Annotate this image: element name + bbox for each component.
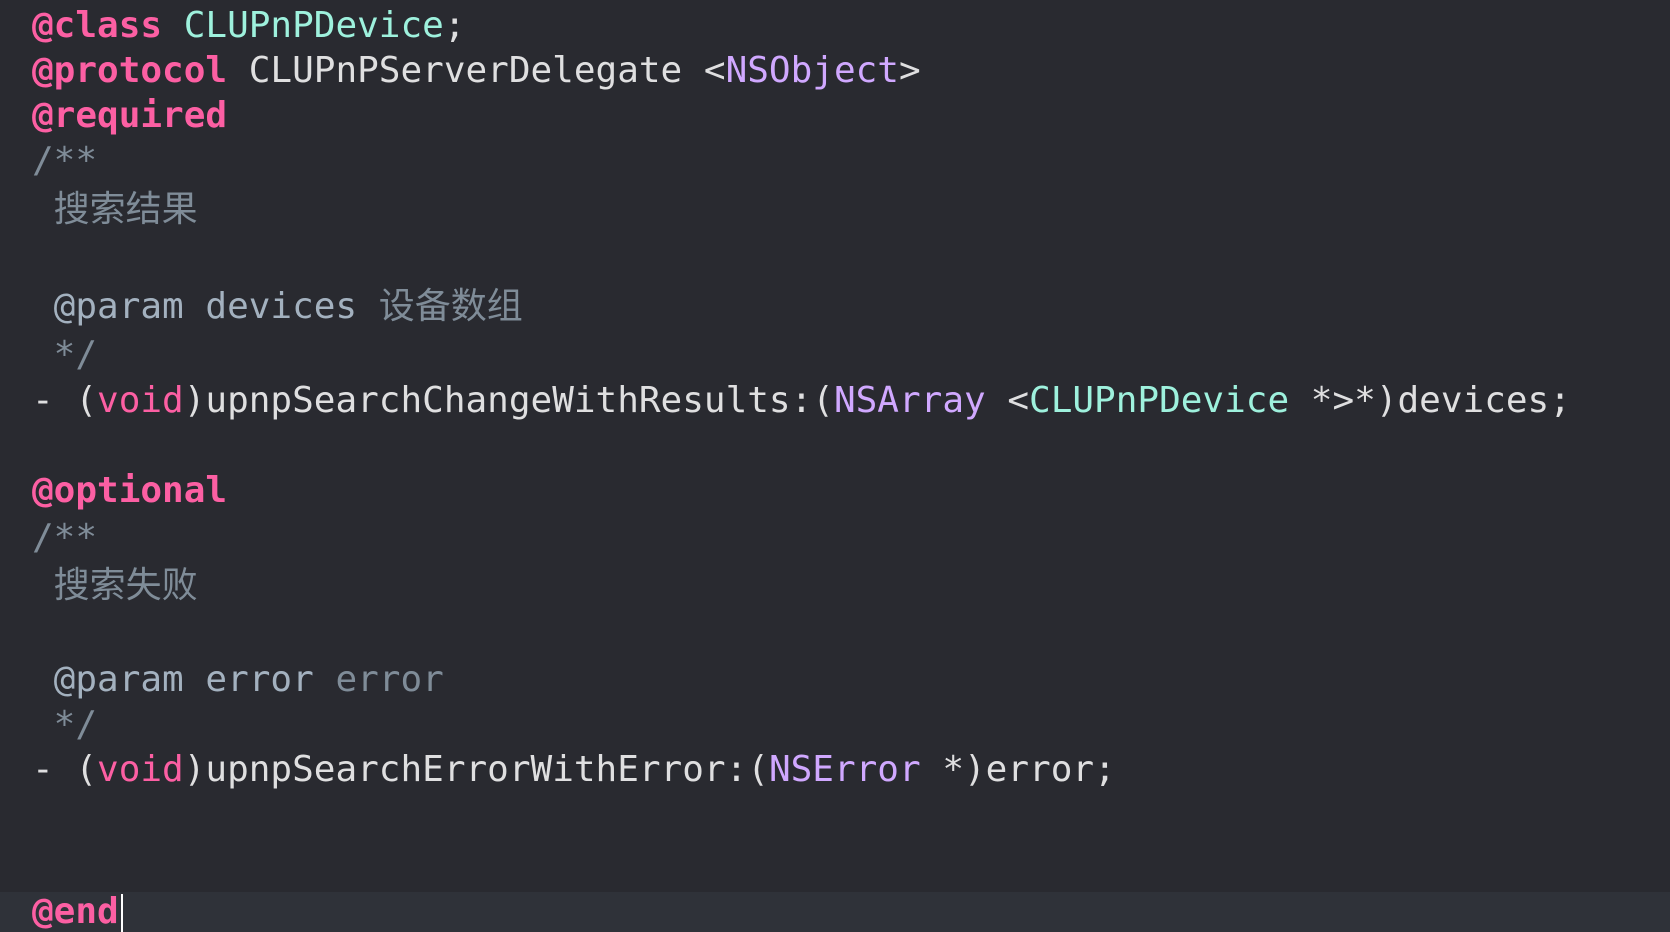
token-system-type: NSError [768, 749, 921, 790]
current-line-highlight [0, 892, 1670, 932]
token-keyword: @required [32, 95, 228, 136]
code-line-8[interactable]: */ [32, 331, 97, 379]
token-keyword: @end [32, 891, 119, 932]
token-keyword: @optional [32, 470, 228, 511]
token-punctuation: *>*)devices; [1289, 380, 1571, 421]
token-protocol-name: CLUPnPServerDelegate < [227, 50, 726, 91]
code-line-19[interactable]: @end [32, 888, 123, 932]
text-cursor [120, 894, 123, 932]
token-keyword: @protocol [32, 50, 228, 91]
token-comment: error [313, 659, 444, 700]
token-punctuation: - ( [32, 749, 98, 790]
token-keyword: void [97, 380, 184, 421]
token-comment: 搜索失败 [32, 565, 198, 606]
token-comment: 搜索结果 [32, 189, 198, 230]
code-editor[interactable]: @class CLUPnPDevice; @protocol CLUPnPSer… [0, 0, 1670, 932]
token-punctuation: > [898, 50, 921, 91]
token-system-type: NSArray [833, 380, 986, 421]
code-line-7[interactable]: @param devices 设备数组 [32, 283, 523, 331]
code-line-1[interactable]: @class CLUPnPDevice; [32, 2, 466, 50]
code-line-15[interactable]: @param error error [32, 656, 444, 704]
token-doc-tag: @param [32, 659, 184, 700]
code-line-13[interactable]: 搜索失败 [32, 562, 198, 610]
code-line-16[interactable]: */ [32, 701, 97, 749]
token-doc-param-name: error [183, 659, 314, 700]
code-line-2[interactable]: @protocol CLUPnPServerDelegate <NSObject… [32, 47, 921, 95]
token-comment: 设备数组 [357, 286, 523, 327]
code-line-12[interactable]: /** [32, 514, 97, 562]
code-line-11[interactable]: @optional [32, 467, 227, 515]
code-line-9[interactable]: - (void)upnpSearchChangeWithResults:(NSA… [32, 377, 1571, 425]
token-comment: /** [32, 140, 98, 181]
token-punctuation: ; [443, 5, 466, 46]
token-method-name: )upnpSearchErrorWithError:( [183, 749, 769, 790]
token-punctuation: < [985, 380, 1030, 421]
token-keyword: @class [32, 5, 163, 46]
code-line-17[interactable]: - (void)upnpSearchErrorWithError:(NSErro… [32, 746, 1116, 794]
token-doc-param-name: devices [183, 286, 358, 327]
token-comment: */ [32, 704, 98, 745]
code-line-4[interactable]: /** [32, 137, 97, 185]
token-class-name: CLUPnPDevice [183, 5, 444, 46]
token-comment: /** [32, 517, 98, 558]
token-system-type: NSObject [725, 50, 899, 91]
code-line-3[interactable]: @required [32, 92, 227, 140]
token-doc-tag: @param [32, 286, 184, 327]
token-class-name: CLUPnPDevice [1029, 380, 1290, 421]
token-keyword: void [97, 749, 184, 790]
token-method-name: )upnpSearchChangeWithResults:( [183, 380, 834, 421]
token-punctuation: - ( [32, 380, 98, 421]
code-line-5[interactable]: 搜索结果 [32, 186, 198, 234]
token-comment: */ [32, 334, 98, 375]
token-punctuation: *)error; [920, 749, 1116, 790]
